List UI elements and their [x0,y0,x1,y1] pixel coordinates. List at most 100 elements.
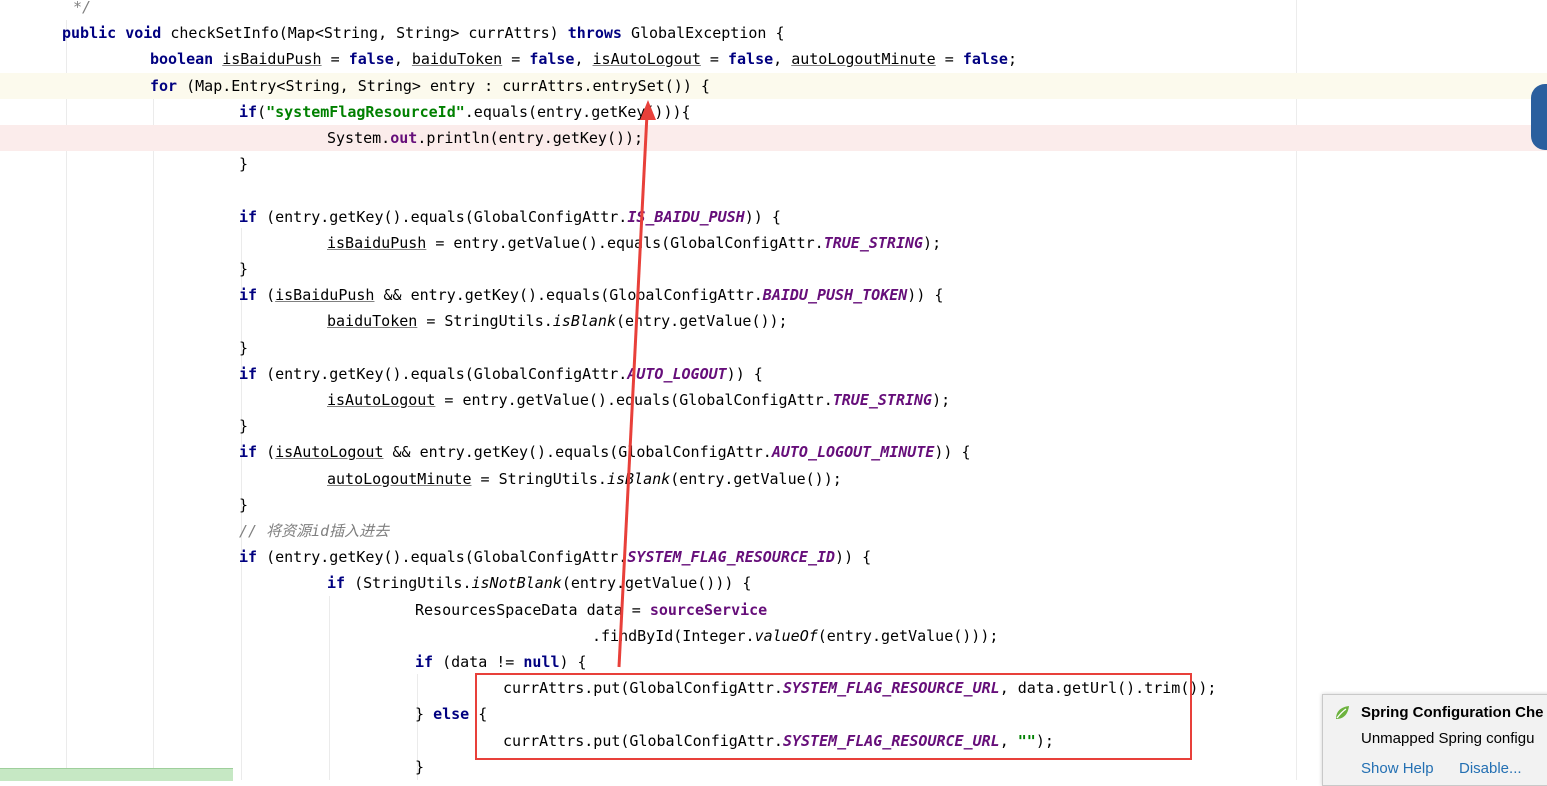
code-token: null [523,653,560,671]
code-editor[interactable]: */ public void checkSetInfo(Map<String, S… [0,0,1547,780]
code-line[interactable]: } [0,413,1547,439]
code-line[interactable]: if (isBaiduPush && entry.getKey().equals… [0,282,1547,308]
code-token: } [415,757,425,776]
code-token: )) { [726,364,763,383]
side-panel-tab[interactable] [1531,84,1547,150]
code-token: (entry.getValue()); [616,312,788,331]
code-token: } [239,417,249,436]
code-token: autoLogoutMinute [327,469,472,488]
code-line[interactable]: autoLogoutMinute = StringUtils.isBlank(e… [0,466,1547,492]
code-token: isBlank [606,469,671,488]
code-token: if [239,207,258,226]
code-token: else [433,705,470,724]
code-token: BAIDU_PUSH_TOKEN [762,286,908,305]
code-token: )) { [907,286,944,305]
code-text: if (entry.getKey().equals(GlobalConfigAt… [239,544,871,570]
code-token: (StringUtils. [345,574,472,593]
code-token: valueOf [754,626,818,645]
code-token: IS_BAIDU_PUSH [627,207,745,226]
code-text: System.out.println(entry.getKey()); [327,125,643,151]
code-line[interactable]: isBaiduPush = entry.getValue().equals(Gl… [0,230,1547,256]
code-line[interactable]: boolean isBaiduPush = false, baiduToken … [0,46,1547,72]
code-token: isBlank [552,312,616,331]
code-token: )) { [835,548,872,567]
code-line[interactable]: } [0,492,1547,518]
code-token: false [962,50,1008,69]
code-line[interactable]: */ [0,0,1547,20]
code-line[interactable]: } [0,151,1547,177]
code-text: ResourcesSpaceData data = sourceService [415,597,767,623]
code-token: , [393,50,412,69]
code-token: SYSTEM_FLAG_RESOURCE_ID [627,548,836,567]
code-text: } [239,335,248,361]
code-token: .println(entry.getKey()); [417,129,644,147]
code-text: if("systemFlagResourceId".equals(entry.g… [239,99,691,125]
code-token: (Map.Entry<String, String> entry : currA… [177,76,710,95]
code-token: (data != [433,653,524,671]
code-token: .equals(entry.getKey())){ [464,102,691,121]
code-line[interactable]: } [0,256,1547,282]
code-text: if (entry.getKey().equals(GlobalConfigAt… [239,204,781,230]
code-token: = StringUtils. [471,469,607,488]
code-token: isBaiduPush [222,50,322,69]
code-line[interactable]: if (entry.getKey().equals(GlobalConfigAt… [0,361,1547,387]
code-token: (entry.getValue()); [670,469,842,488]
code-token: } [239,495,249,514]
code-token: TRUE_STRING [832,391,933,409]
spring-notification-popup[interactable]: Spring Configuration Che Unmapped Spring… [1322,694,1547,786]
code-line[interactable]: if (data != null) { [0,649,1547,675]
code-token: out [390,129,418,147]
code-line[interactable]: baiduToken = StringUtils.isBlank(entry.g… [0,308,1547,334]
code-token: ResourcesSpaceData data = [415,600,650,619]
code-token: public [62,24,117,43]
code-token: void [125,24,162,43]
code-line[interactable]: ResourcesSpaceData data = sourceService [0,597,1547,623]
code-token: baiduToken [411,50,503,69]
code-line[interactable]: isAutoLogout = entry.getValue().equals(G… [0,387,1547,413]
code-token: isBaiduPush [327,233,427,252]
code-text: for (Map.Entry<String, String> entry : c… [150,73,710,99]
code-token: "systemFlagResourceId" [266,102,465,121]
code-line[interactable]: for (Map.Entry<String, String> entry : c… [0,72,1547,99]
code-token: isAutoLogout [592,50,701,69]
code-token: ); [932,391,951,409]
code-token: (entry.getKey().equals(GlobalConfigAttr. [257,364,628,383]
code-token: (entry.getKey().equals(GlobalConfigAttr. [257,548,628,567]
code-line[interactable]: if (entry.getKey().equals(GlobalConfigAt… [0,204,1547,230]
code-line[interactable]: } [0,335,1547,361]
code-token: throws [567,24,622,43]
bottom-status-tab[interactable] [0,768,233,781]
code-line[interactable]: if (isAutoLogout && entry.getKey().equal… [0,439,1547,465]
code-line[interactable] [0,177,1547,203]
notification-title: Spring Configuration Che [1361,704,1544,721]
code-token: ); [923,233,942,252]
code-token: sourceService [649,600,768,619]
code-token: )) { [744,207,781,226]
code-line[interactable]: // 将资源id插入进去 [0,518,1547,544]
code-text: if (StringUtils.isNotBlank(entry.getValu… [327,570,751,596]
code-line[interactable]: System.out.println(entry.getKey()); [0,125,1547,151]
code-token: false [529,50,575,69]
code-text: autoLogoutMinute = StringUtils.isBlank(e… [327,466,842,492]
code-token: = entry.getValue().equals(GlobalConfigAt… [435,391,833,409]
code-line[interactable]: if("systemFlagResourceId".equals(entry.g… [0,99,1547,125]
code-token: AUTO_LOGOUT_MINUTE [771,443,935,462]
code-token: if [239,443,258,462]
code-line[interactable]: .findById(Integer.valueOf(entry.getValue… [0,623,1547,649]
code-line[interactable]: public void checkSetInfo(Map<String, Str… [0,20,1547,46]
code-line[interactable]: if (StringUtils.isNotBlank(entry.getValu… [0,570,1547,596]
code-text: if (isAutoLogout && entry.getKey().equal… [239,439,971,465]
code-token: ) { [559,653,587,671]
code-token: boolean [150,50,214,69]
code-token: && entry.getKey().equals(GlobalConfigAtt… [383,443,772,462]
disable-link[interactable]: Disable... [1459,760,1522,777]
show-help-link[interactable]: Show Help [1361,760,1434,777]
code-text: baiduToken = StringUtils.isBlank(entry.g… [327,308,788,334]
code-token: isBaiduPush [275,286,375,305]
code-token: = [935,50,963,69]
code-text: boolean isBaiduPush = false, baiduToken … [150,46,1017,72]
code-token: isNotBlank [471,574,562,593]
code-token: if [239,548,258,567]
code-line[interactable]: if (entry.getKey().equals(GlobalConfigAt… [0,544,1547,570]
